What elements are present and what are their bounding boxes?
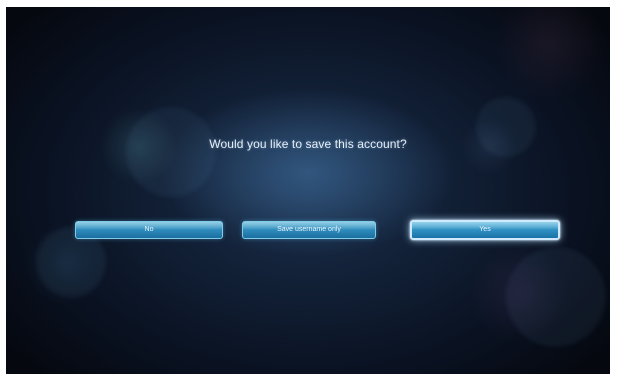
yes-button-label: Yes [479, 226, 491, 233]
screen: Would you like to save this account? No … [6, 7, 610, 374]
save-username-only-button-label: Save username only [277, 226, 341, 233]
no-button[interactable]: No [75, 221, 223, 239]
bokeh-light [506, 247, 606, 347]
no-button-label: No [144, 226, 154, 233]
dialog-question: Would you like to save this account? [209, 137, 407, 151]
bokeh-light [126, 107, 216, 197]
save-username-only-button[interactable]: Save username only [242, 221, 376, 239]
yes-button[interactable]: Yes [410, 220, 560, 240]
